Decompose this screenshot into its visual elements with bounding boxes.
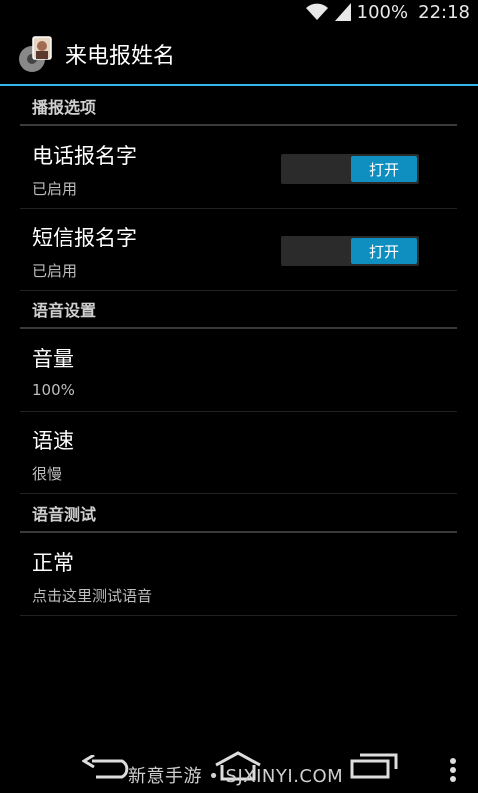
back-icon[interactable] bbox=[81, 753, 130, 785]
pref-title: 正常 bbox=[32, 551, 74, 575]
pref-title: 语速 bbox=[32, 429, 74, 453]
pref-title: 短信报名字 bbox=[32, 226, 137, 250]
pref-call-announce-name[interactable]: 电话报名字 已启用 打开 bbox=[20, 127, 457, 209]
wifi-icon bbox=[305, 3, 329, 21]
call-announce-switch[interactable]: 打开 bbox=[281, 154, 419, 184]
cell-signal-icon bbox=[334, 3, 351, 21]
watermark: 新意手游 • SJXINYI.COM bbox=[128, 766, 344, 787]
clock: 22:18 bbox=[418, 1, 470, 23]
pref-summary: 100% bbox=[32, 381, 75, 399]
pref-summary: 已启用 bbox=[32, 262, 78, 280]
pref-summary: 很慢 bbox=[32, 465, 63, 483]
section-header-voice-settings: 语音设置 bbox=[20, 291, 457, 329]
section-header-broadcast-options: 播报选项 bbox=[20, 88, 457, 126]
app-logo-icon[interactable] bbox=[17, 35, 55, 73]
pref-summary: 点击这里测试语音 bbox=[32, 587, 153, 605]
switch-thumb-on: 打开 bbox=[351, 156, 417, 182]
pref-title: 电话报名字 bbox=[32, 144, 137, 168]
pref-speech-rate[interactable]: 语速 很慢 bbox=[20, 412, 457, 494]
battery-level: 100% bbox=[356, 1, 409, 23]
status-bar: 100% 22:18 bbox=[0, 0, 478, 24]
pref-volume[interactable]: 音量 100% bbox=[20, 330, 457, 412]
overflow-menu-icon[interactable] bbox=[449, 757, 457, 787]
switch-thumb-on: 打开 bbox=[351, 238, 417, 264]
pref-title: 音量 bbox=[32, 347, 74, 371]
recent-apps-icon[interactable] bbox=[350, 753, 398, 783]
section-header-voice-test: 语音测试 bbox=[20, 495, 457, 533]
app-title: 来电报姓名 bbox=[65, 44, 176, 69]
pref-sms-announce-name[interactable]: 短信报名字 已启用 打开 bbox=[20, 209, 457, 291]
action-bar: 来电报姓名 bbox=[0, 24, 478, 86]
pref-summary: 已启用 bbox=[32, 180, 78, 198]
sms-announce-switch[interactable]: 打开 bbox=[281, 236, 419, 266]
pref-test-voice[interactable]: 正常 点击这里测试语音 bbox=[20, 534, 457, 616]
